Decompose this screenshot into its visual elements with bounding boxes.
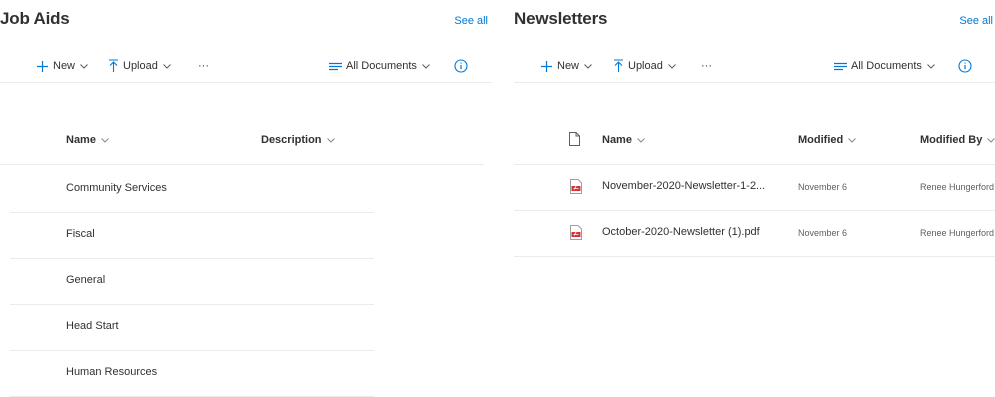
column-header-name[interactable]: Name [602,134,645,146]
newsletters-header: Newsletters See all [514,6,995,34]
chevron-down-icon [848,137,857,143]
upload-label: Upload [123,60,158,72]
chevron-down-icon [927,63,935,69]
new-label: New [53,60,76,72]
column-header-name-label: Name [602,134,632,146]
pdf-file-icon [570,179,582,194]
upload-label: Upload [628,60,663,72]
more-actions-button[interactable]: ··· [198,56,209,76]
modified-by: Renee Hungerford [920,182,995,192]
view-label: All Documents [346,60,417,72]
info-button[interactable] [958,56,972,76]
newsletters-webpart: Newsletters See all New Upload ··· All D… [514,0,995,396]
view-selector[interactable]: All Documents [834,56,935,76]
more-icon: ··· [701,60,712,72]
chevron-down-icon [987,137,995,143]
chevron-down-icon [668,63,676,69]
chevron-down-icon [163,63,171,69]
column-header-description[interactable]: Description [261,134,335,146]
job-aids-see-all-link[interactable]: See all [454,15,488,27]
list-item[interactable]: Community Services [10,166,374,213]
job-aids-list-header: Name Description [0,120,484,165]
column-header-description-label: Description [261,134,322,146]
list-item[interactable]: Fiscal [10,212,374,259]
upload-icon [614,59,623,72]
folder-name[interactable]: Human Resources [66,366,157,378]
column-header-modified[interactable]: Modified [798,134,857,146]
modified-date: November 6 [798,228,848,238]
file-name[interactable]: November-2020-Newsletter-1-2... [602,180,765,192]
newsletters-see-all-link[interactable]: See all [959,15,993,27]
column-header-modified-by-label: Modified By [920,134,983,146]
job-aids-header: Job Aids See all [0,6,492,34]
chevron-down-icon [101,137,109,143]
folder-name[interactable]: Community Services [66,182,167,194]
folder-name[interactable]: General [66,274,105,286]
chevron-down-icon [80,63,88,69]
newsletters-command-bar: New Upload ··· All Documents [514,50,995,83]
chevron-down-icon [584,63,592,69]
upload-button[interactable]: Upload [613,56,676,76]
job-aids-title: Job Aids [0,9,70,28]
upload-icon [109,59,118,72]
more-actions-button[interactable]: ··· [701,56,712,76]
job-aids-command-bar: New Upload ··· All Documents [0,50,492,83]
more-icon: ··· [198,60,209,72]
view-selector[interactable]: All Documents [329,56,430,76]
modified-date: November 6 [798,182,848,192]
column-header-modified-by[interactable]: Modified By [920,134,995,146]
new-button[interactable]: New [36,56,88,76]
folder-name[interactable]: Head Start [66,320,119,332]
list-item[interactable]: Human Resources [10,350,374,397]
newsletters-title: Newsletters [514,9,608,28]
chevron-down-icon [637,137,645,143]
info-icon [958,59,972,73]
column-header-file-type[interactable] [569,132,580,146]
modified-by: Renee Hungerford [920,228,995,238]
plus-icon [37,60,48,72]
chevron-down-icon [326,137,335,143]
chevron-down-icon [422,63,430,69]
plus-icon [541,60,552,72]
document-icon [569,132,580,146]
column-header-name[interactable]: Name [66,134,109,146]
table-row[interactable]: October-2020-Newsletter (1).pdf November… [514,210,995,257]
new-button[interactable]: New [540,56,592,76]
view-label: All Documents [851,60,922,72]
column-header-name-label: Name [66,134,96,146]
folder-name[interactable]: Fiscal [66,228,95,240]
job-aids-webpart: Job Aids See all New Upload ··· All Docu… [0,0,492,397]
column-header-modified-label: Modified [798,134,844,146]
newsletters-list-header: Name Modified Modified By [514,120,995,165]
new-label: New [557,60,580,72]
pdf-file-icon [570,225,582,240]
view-options-icon [834,62,847,70]
view-options-icon [329,62,342,70]
info-button[interactable] [454,56,468,76]
file-name[interactable]: October-2020-Newsletter (1).pdf [602,226,760,238]
list-item[interactable]: General [10,258,374,305]
list-item[interactable]: Head Start [10,304,374,351]
info-icon [454,59,468,73]
table-row[interactable]: November-2020-Newsletter-1-2... November… [514,164,995,211]
upload-button[interactable]: Upload [108,56,171,76]
